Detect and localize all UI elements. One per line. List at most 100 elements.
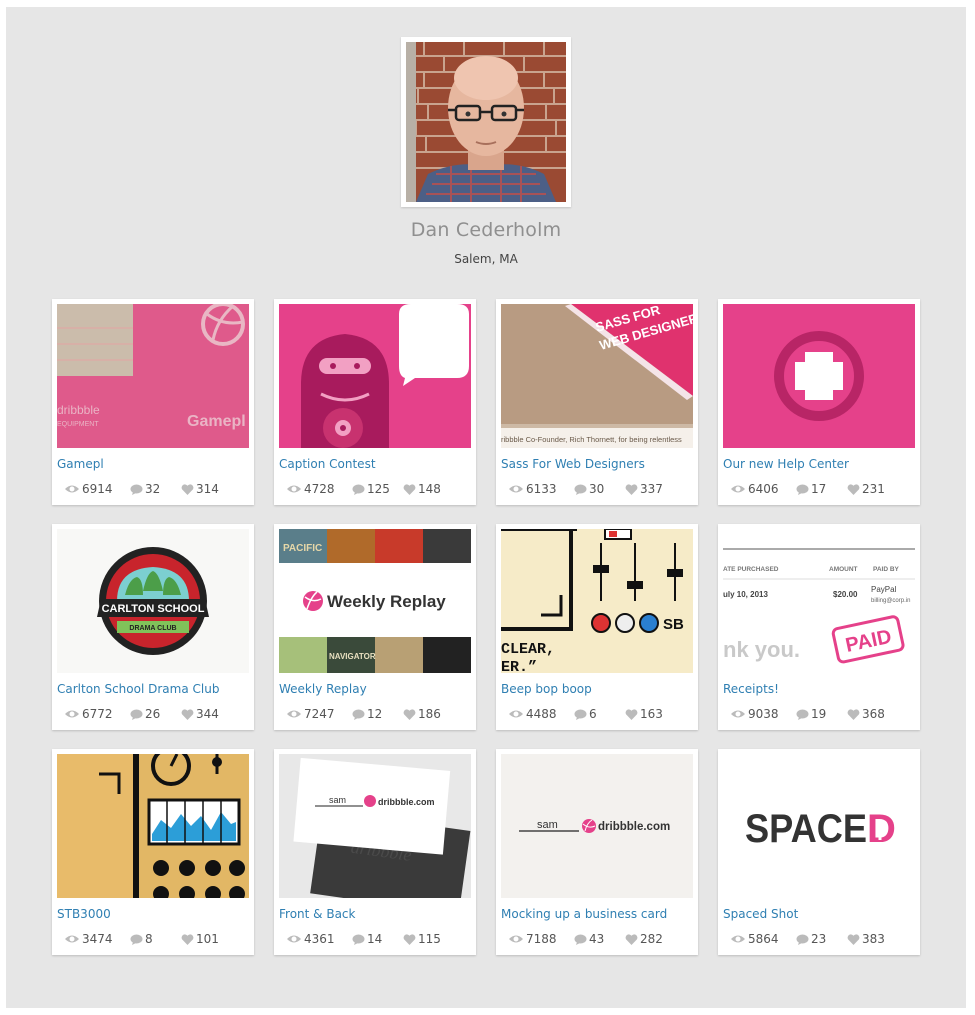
comment-icon <box>796 934 809 945</box>
comments-stat[interactable]: 26 <box>130 706 160 722</box>
shot-title[interactable]: Weekly Replay <box>279 682 471 696</box>
shot-card[interactable]: dribbble EQUIPMENT Gamepl Gamepl 6914 32… <box>52 299 254 505</box>
comments-stat[interactable]: 19 <box>796 706 826 722</box>
shot-image-spaced: SPACE D <box>723 754 915 898</box>
shot-card[interactable]: STB3000 3474 8 101 <box>52 749 254 955</box>
shot-title[interactable]: STB3000 <box>57 907 249 921</box>
comments-stat[interactable]: 125 <box>352 481 390 497</box>
eye-icon <box>287 710 301 718</box>
comment-icon <box>352 484 365 495</box>
comments-count: 17 <box>811 482 827 496</box>
shot-thumbnail[interactable] <box>279 304 471 448</box>
comments-stat[interactable]: 17 <box>796 481 826 497</box>
shot-card[interactable]: SB CLEAR, ER.” Beep bop boop 4488 6 163 <box>496 524 698 730</box>
shot-stats: 6133 30 337 <box>508 481 693 497</box>
shot-art-text: ribbble Co-Founder, Rich Thornett, for b… <box>501 435 682 444</box>
eye-icon <box>65 935 79 943</box>
shot-thumbnail[interactable] <box>57 754 249 898</box>
shot-title[interactable]: Receipts! <box>723 682 915 696</box>
shot-title[interactable]: Mocking up a business card <box>501 907 693 921</box>
views-stat: 6914 <box>64 481 113 497</box>
comments-count: 32 <box>145 482 161 496</box>
views-count: 6406 <box>748 482 779 496</box>
shot-thumbnail[interactable] <box>723 304 915 448</box>
shot-image-carlton: CARLTON SCHOOL DRAMA CLUB <box>57 529 249 673</box>
shot-title[interactable]: Gamepl <box>57 457 249 471</box>
shot-title[interactable]: Carlton School Drama Club <box>57 682 249 696</box>
likes-count: 163 <box>640 707 663 721</box>
comments-stat[interactable]: 8 <box>130 931 153 947</box>
shot-title[interactable]: Our new Help Center <box>723 457 915 471</box>
shot-thumbnail[interactable]: CARLTON SCHOOL DRAMA CLUB <box>57 529 249 673</box>
shot-stats: 7188 43 282 <box>508 931 693 947</box>
comments-count: 12 <box>367 707 383 721</box>
shot-card[interactable]: dribbble sam dribbble.com Front & Back 4… <box>274 749 476 955</box>
views-count: 9038 <box>748 707 779 721</box>
comments-stat[interactable]: 14 <box>352 931 382 947</box>
heart-icon <box>181 708 194 720</box>
views-stat: 4728 <box>286 481 335 497</box>
comments-count: 23 <box>811 932 827 946</box>
shot-title[interactable]: Spaced Shot <box>723 907 915 921</box>
comments-stat[interactable]: 32 <box>130 481 160 497</box>
shot-title[interactable]: Front & Back <box>279 907 471 921</box>
shot-card[interactable]: CARLTON SCHOOL DRAMA CLUB Carlton School… <box>52 524 254 730</box>
comment-icon <box>352 934 365 945</box>
shot-thumbnail[interactable]: dribbble EQUIPMENT Gamepl <box>57 304 249 448</box>
shot-art-text: NAVIGATOR <box>329 652 376 661</box>
views-stat: 6133 <box>508 481 557 497</box>
likes-stat[interactable]: 115 <box>403 931 441 947</box>
shot-art-text: DRAMA CLUB <box>129 625 176 632</box>
views-count: 3474 <box>82 932 113 946</box>
likes-count: 282 <box>640 932 663 946</box>
views-count: 5864 <box>748 932 779 946</box>
comments-count: 14 <box>367 932 383 946</box>
comments-stat[interactable]: 12 <box>352 706 382 722</box>
likes-stat[interactable]: 163 <box>625 706 663 722</box>
views-count: 7247 <box>304 707 335 721</box>
likes-stat[interactable]: 344 <box>181 706 219 722</box>
likes-stat[interactable]: 186 <box>403 706 441 722</box>
likes-stat[interactable]: 148 <box>403 481 441 497</box>
eye-icon <box>509 710 523 718</box>
shot-title[interactable]: Beep bop boop <box>501 682 693 696</box>
shot-thumbnail[interactable]: PACIFIC Weekly Replay NAVIGATOR <box>279 529 471 673</box>
comments-stat[interactable]: 30 <box>574 481 604 497</box>
likes-stat[interactable]: 368 <box>847 706 885 722</box>
shot-card[interactable]: ATE PURCHASED AMOUNT PAID BY uly 10, 201… <box>718 524 920 730</box>
shot-thumbnail[interactable]: ATE PURCHASED AMOUNT PAID BY uly 10, 201… <box>723 529 915 673</box>
shot-thumbnail[interactable]: SASS FOR WEB DESIGNERS ribbble Co-Founde… <box>501 304 693 448</box>
likes-stat[interactable]: 314 <box>181 481 219 497</box>
shot-art-text: ATE PURCHASED <box>723 566 779 573</box>
shot-thumbnail[interactable]: SB CLEAR, ER.” <box>501 529 693 673</box>
shot-image-caption <box>279 304 471 448</box>
shot-card[interactable]: Our new Help Center 6406 17 231 <box>718 299 920 505</box>
likes-count: 383 <box>862 932 885 946</box>
views-count: 6772 <box>82 707 113 721</box>
shot-art-text: dribbble.com <box>598 821 670 833</box>
shot-card[interactable]: SPACE D Spaced Shot 5864 23 383 <box>718 749 920 955</box>
comment-icon <box>574 484 587 495</box>
shot-card[interactable]: sam dribbble.com Mocking up a business c… <box>496 749 698 955</box>
shot-title[interactable]: Caption Contest <box>279 457 471 471</box>
likes-stat[interactable]: 383 <box>847 931 885 947</box>
likes-stat[interactable]: 101 <box>181 931 219 947</box>
comments-stat[interactable]: 23 <box>796 931 826 947</box>
shot-thumbnail[interactable]: dribbble sam dribbble.com <box>279 754 471 898</box>
shot-card[interactable]: PACIFIC Weekly Replay NAVIGATOR Weekly R… <box>274 524 476 730</box>
shot-thumbnail[interactable]: SPACE D <box>723 754 915 898</box>
eye-icon <box>287 935 301 943</box>
comments-stat[interactable]: 43 <box>574 931 604 947</box>
avatar[interactable] <box>401 37 571 207</box>
shot-title[interactable]: Sass For Web Designers <box>501 457 693 471</box>
likes-stat[interactable]: 337 <box>625 481 663 497</box>
profile-name[interactable]: Dan Cederholm <box>6 219 966 241</box>
shot-thumbnail[interactable]: sam dribbble.com <box>501 754 693 898</box>
shot-card[interactable]: SASS FOR WEB DESIGNERS ribbble Co-Founde… <box>496 299 698 505</box>
likes-stat[interactable]: 231 <box>847 481 885 497</box>
shot-card[interactable]: Caption Contest 4728 125 148 <box>274 299 476 505</box>
likes-count: 148 <box>418 482 441 496</box>
likes-stat[interactable]: 282 <box>625 931 663 947</box>
comments-stat[interactable]: 6 <box>574 706 597 722</box>
views-stat: 7188 <box>508 931 557 947</box>
